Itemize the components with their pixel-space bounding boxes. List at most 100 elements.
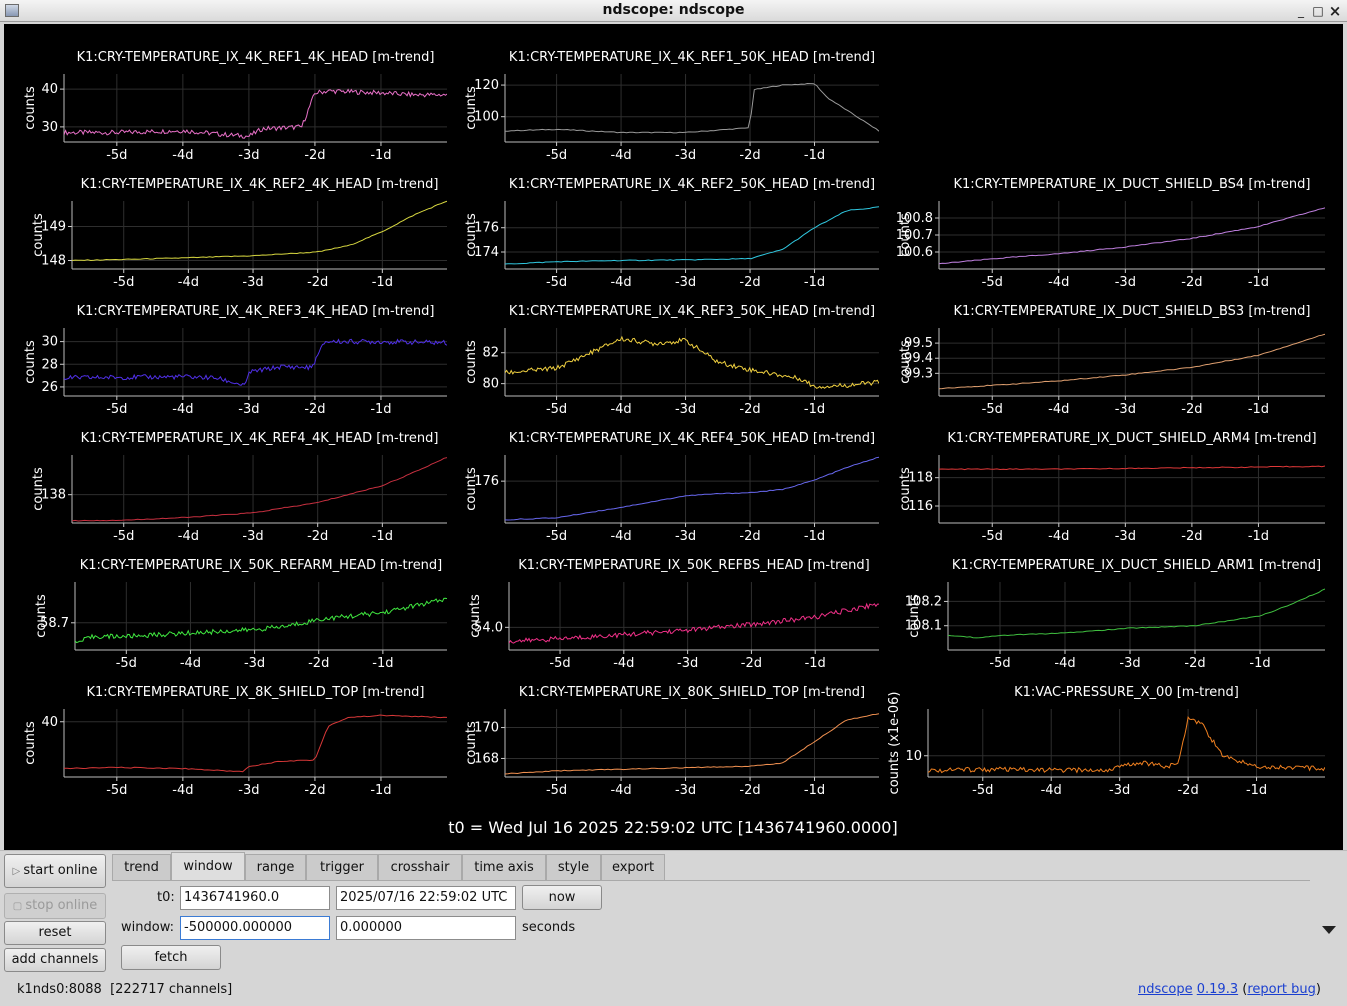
series-line: [948, 588, 1325, 639]
y-tick-label: 108.1: [905, 619, 942, 634]
x-tick-label: -5d: [106, 148, 127, 163]
plot-title: K1:CRY-TEMPERATURE_IX_DUCT_SHIELD_ARM1 […: [952, 558, 1321, 573]
x-tick-label: -1d: [805, 656, 826, 671]
plot-title: K1:CRY-TEMPERATURE_IX_4K_REF3_4K_HEAD [m…: [77, 304, 435, 319]
x-tick-label: -2d: [307, 529, 328, 544]
x-tick-label: -1d: [1249, 656, 1270, 671]
t0-gps-input[interactable]: 1436741960.0: [180, 886, 330, 910]
x-tick-label: -1d: [1246, 783, 1267, 798]
y-tick-label: 170: [474, 721, 499, 736]
status-text: k1nds0:8088 [222717 channels]: [17, 982, 232, 997]
tab-export[interactable]: export: [601, 854, 665, 881]
series-line: [939, 465, 1325, 471]
x-tick-label: -1d: [1248, 529, 1269, 544]
add-channels-button[interactable]: add channels: [4, 948, 106, 972]
tab-trigger[interactable]: trigger: [306, 854, 378, 881]
series-line: [72, 200, 447, 262]
window-end-input[interactable]: 0.000000: [336, 916, 516, 940]
plot-area[interactable]: t0 = Wed Jul 16 2025 22:59:02 UTC [14367…: [4, 24, 1343, 850]
window-field-label: window:: [121, 920, 174, 935]
plot-panel: K1:CRY-TEMPERATURE_IX_4K_REF3_4K_HEAD [m…: [23, 304, 447, 417]
minimize-button[interactable]: _: [1293, 3, 1309, 19]
plot-title: K1:CRY-TEMPERATURE_IX_4K_REF4_4K_HEAD [m…: [81, 431, 439, 446]
tab-crosshair[interactable]: crosshair: [378, 854, 462, 881]
x-tick-label: -1d: [804, 275, 825, 290]
series-line: [64, 88, 447, 139]
x-tick-label: -3d: [244, 656, 265, 671]
plot-title: K1:CRY-TEMPERATURE_IX_DUCT_SHIELD_BS4 [m…: [954, 177, 1311, 192]
stop-online-button[interactable]: ▢ stop online: [4, 893, 106, 919]
y-tick-label: 138: [41, 488, 66, 503]
x-tick-label: -4d: [610, 275, 631, 290]
series-line: [75, 597, 447, 644]
plot-panel: K1:CRY-TEMPERATURE_IX_4K_REF3_50K_HEAD […: [464, 304, 879, 417]
y-tick-label: 40: [41, 715, 58, 730]
plot-panel: K1:CRY-TEMPERATURE_IX_DUCT_SHIELD_BS4 [m…: [896, 177, 1325, 290]
x-tick-label: -5d: [546, 783, 567, 798]
plot-title: K1:CRY-TEMPERATURE_IX_4K_REF3_50K_HEAD […: [509, 304, 875, 319]
start-online-button[interactable]: ▷ start online: [4, 854, 106, 888]
report-bug-link[interactable]: report bug: [1247, 982, 1316, 997]
x-tick-label: -5d: [113, 529, 134, 544]
plot-panel: K1:CRY-TEMPERATURE_IX_4K_REF4_4K_HEAD [m…: [31, 431, 447, 544]
plot-panel: K1:CRY-TEMPERATURE_IX_80K_SHIELD_TOP [m-…: [464, 685, 879, 798]
plots-canvas[interactable]: t0 = Wed Jul 16 2025 22:59:02 UTC [14367…: [4, 24, 1343, 850]
x-tick-label: -2d: [1177, 783, 1198, 798]
now-button[interactable]: now: [522, 885, 602, 910]
window-title: ndscope: ndscope: [602, 2, 745, 18]
y-axis-label: counts: [464, 340, 479, 384]
y-tick-label: 176: [474, 474, 499, 489]
plot-panel: K1:CRY-TEMPERATURE_IX_50K_REFARM_HEAD [m…: [34, 558, 447, 671]
x-tick-label: -4d: [1048, 529, 1069, 544]
y-tick-label: 100.8: [896, 211, 933, 226]
plot-title: K1:VAC-PRESSURE_X_00 [m-trend]: [1014, 685, 1239, 700]
x-tick-label: -5d: [982, 275, 1003, 290]
y-tick-label: 149: [41, 220, 66, 235]
t0-utc-input[interactable]: 2025/07/16 22:59:02 UTC: [336, 886, 516, 910]
plot-title: K1:CRY-TEMPERATURE_IX_4K_REF1_4K_HEAD [m…: [77, 50, 435, 65]
x-tick-label: -1d: [370, 402, 391, 417]
tab-range[interactable]: range: [245, 854, 306, 881]
about-links: ndscope 0.19.3 (report bug): [1137, 982, 1321, 997]
x-tick-label: -5d: [546, 275, 567, 290]
plot-panel: K1:VAC-PRESSURE_X_00 [m-trend] counts (x1…: [887, 685, 1325, 798]
x-tick-label: -5d: [106, 783, 127, 798]
x-tick-label: -3d: [1109, 783, 1130, 798]
expand-arrow-icon[interactable]: [1322, 926, 1336, 934]
y-tick-label: 80: [482, 377, 499, 392]
x-tick-label: -3d: [1115, 529, 1136, 544]
plot-panel: K1:CRY-TEMPERATURE_IX_4K_REF1_50K_HEAD […: [464, 50, 879, 163]
y-tick-label: 148: [41, 254, 66, 269]
plot-panel: K1:CRY-TEMPERATURE_IX_DUCT_SHIELD_ARM4 […: [898, 431, 1325, 544]
tab-trend[interactable]: trend: [112, 854, 171, 881]
server-address: k1nds0:8088: [17, 982, 102, 997]
y-tick-label: 99.5: [904, 336, 933, 351]
y-tick-label: 174: [474, 245, 499, 260]
x-tick-label: -2d: [304, 783, 325, 798]
reset-button[interactable]: reset: [4, 921, 106, 945]
x-tick-label: -4d: [1048, 402, 1069, 417]
x-tick-label: -1d: [370, 148, 391, 163]
x-tick-label: -3d: [675, 529, 696, 544]
x-tick-label: -3d: [675, 275, 696, 290]
x-tick-label: -2d: [1181, 402, 1202, 417]
ndscope-link[interactable]: ndscope: [1138, 982, 1193, 997]
tab-window[interactable]: window: [171, 852, 245, 881]
start-online-label: start online: [23, 863, 98, 878]
tab-style[interactable]: style: [546, 854, 601, 881]
x-tick-label: -5d: [116, 656, 137, 671]
fetch-button[interactable]: fetch: [121, 945, 221, 970]
plot-title: K1:CRY-TEMPERATURE_IX_80K_SHIELD_TOP [m-…: [519, 685, 865, 700]
close-button[interactable]: ×: [1327, 3, 1343, 19]
window-start-input[interactable]: -500000.000000: [180, 916, 330, 940]
tab-time-axis[interactable]: time axis: [462, 854, 546, 881]
tab-divider: [112, 880, 1310, 881]
version-link[interactable]: 0.19.3: [1197, 982, 1238, 997]
series-line: [505, 713, 879, 775]
maximize-button[interactable]: □: [1310, 3, 1326, 19]
series-line: [505, 335, 879, 389]
plot-title: K1:CRY-TEMPERATURE_IX_8K_SHIELD_TOP [m-t…: [86, 685, 424, 700]
x-tick-label: -4d: [172, 402, 193, 417]
y-tick-label: 30: [41, 120, 58, 135]
plot-panel: K1:CRY-TEMPERATURE_IX_4K_REF2_50K_HEAD […: [464, 177, 879, 290]
